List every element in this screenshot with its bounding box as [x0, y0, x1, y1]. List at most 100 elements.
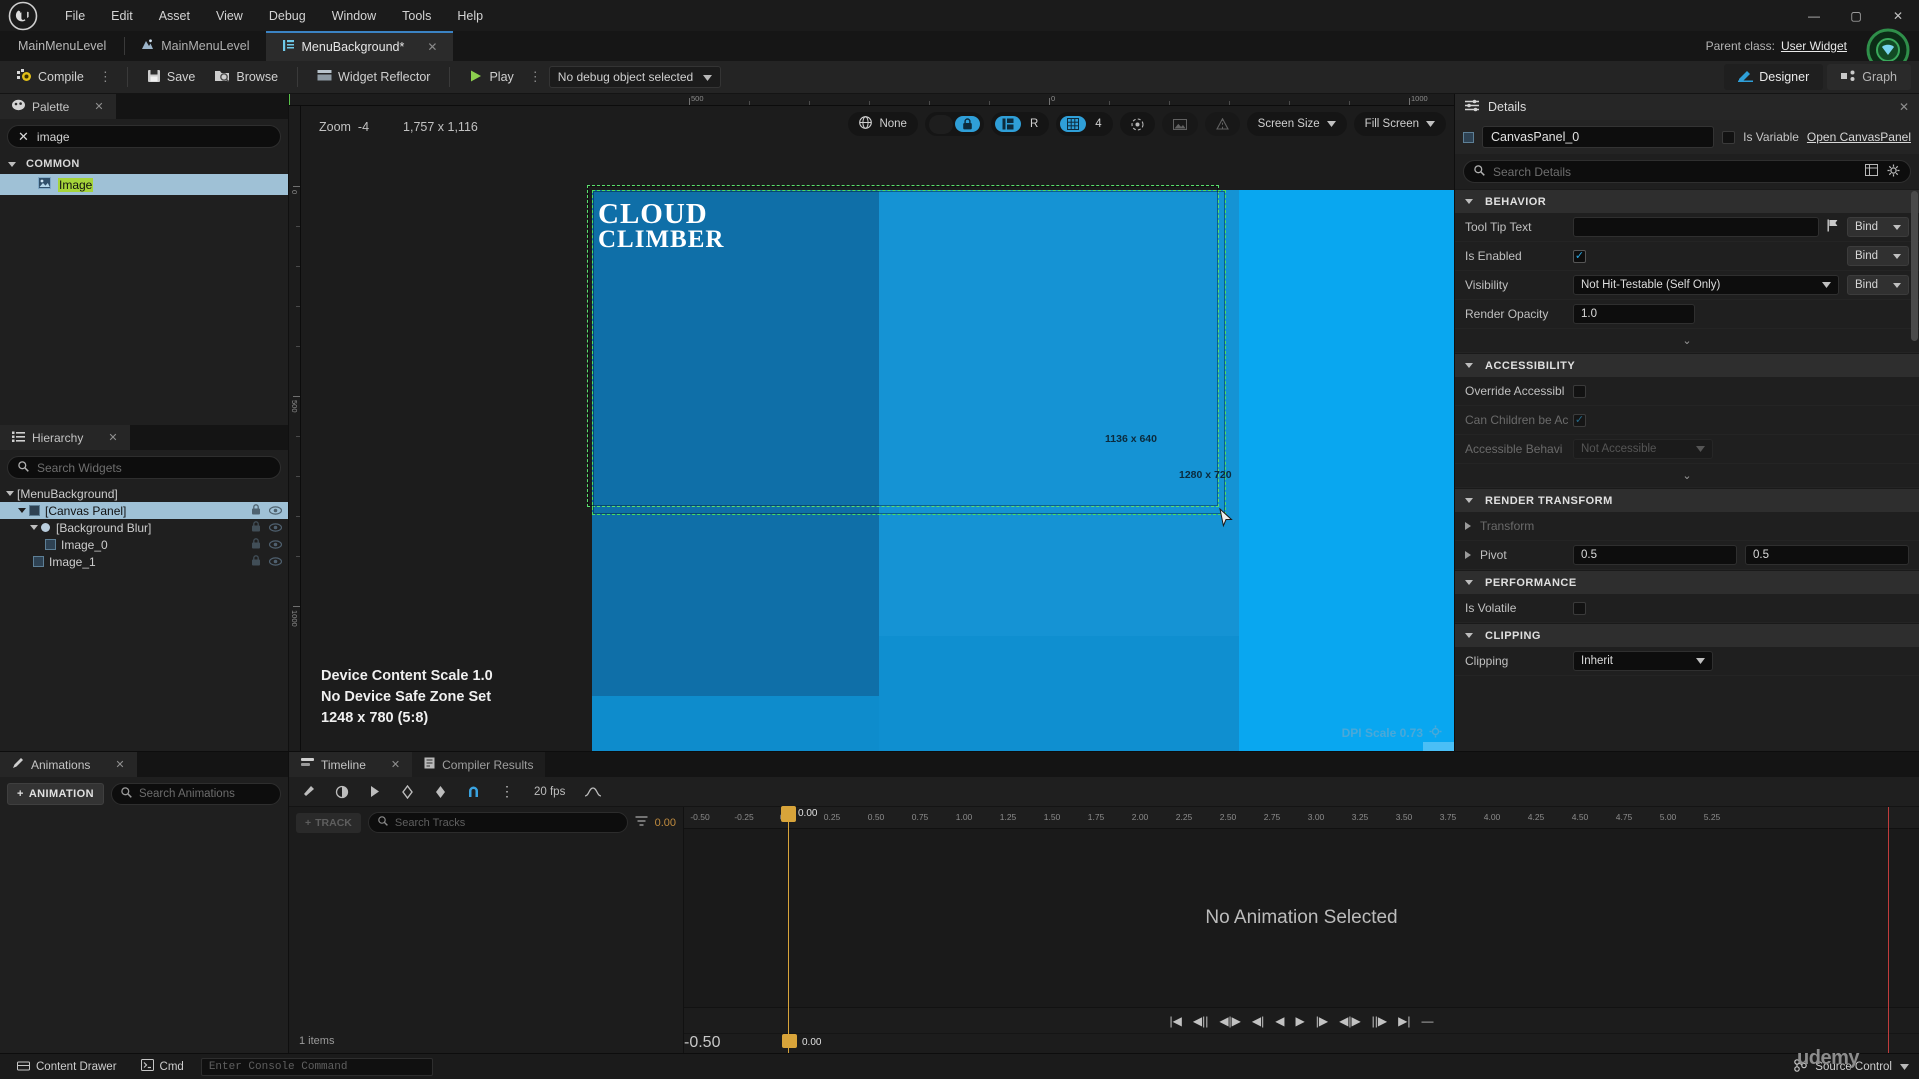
timeline-playhead[interactable]: 0.00: [781, 806, 817, 1053]
unreal-logo-icon[interactable]: [0, 0, 46, 31]
keyframe-icon[interactable]: [401, 784, 414, 799]
visibility-bind-button[interactable]: Bind: [1847, 275, 1909, 295]
tab-hierarchy[interactable]: Hierarchy ✕: [0, 425, 130, 450]
menu-asset[interactable]: Asset: [146, 4, 203, 28]
chevron-down-icon[interactable]: [6, 491, 14, 496]
timeline-ruler-bottom[interactable]: -0.50 -0.25 0.25 0.50 0.75 1.00 1.25 1.5…: [684, 1033, 1919, 1053]
cmd-button[interactable]: Cmd: [134, 1056, 191, 1077]
tab-menubackground[interactable]: MenuBackground* ✕: [265, 31, 454, 61]
lock-icon[interactable]: [251, 554, 261, 569]
unlock-icon[interactable]: [928, 114, 953, 134]
parent-class-link[interactable]: User Widget: [1781, 39, 1847, 53]
jump-end-icon[interactable]: ▶|: [1398, 1014, 1410, 1028]
is-volatile-checkbox[interactable]: [1573, 601, 1586, 615]
menu-file[interactable]: File: [52, 4, 98, 28]
behavior-expand-more[interactable]: ⌄: [1455, 329, 1919, 353]
section-performance[interactable]: PERFORMANCE: [1455, 570, 1919, 594]
content-drawer-button[interactable]: Content Drawer: [10, 1056, 124, 1077]
eye-icon[interactable]: [268, 538, 283, 552]
widget-reflector-button[interactable]: Widget Reflector: [308, 65, 439, 89]
hierarchy-item-image-1[interactable]: Image_1: [0, 553, 288, 570]
pivot-y-input[interactable]: 0.5: [1745, 545, 1909, 565]
tab-designer[interactable]: Designer: [1724, 64, 1824, 90]
pivot-x-input[interactable]: 0.5: [1573, 545, 1737, 565]
is-enabled-bind-button[interactable]: Bind: [1847, 246, 1909, 266]
snap-toggle[interactable]: [1119, 112, 1155, 136]
hierarchy-search-input[interactable]: Search Widgets: [7, 456, 281, 479]
menu-tools[interactable]: Tools: [389, 4, 444, 28]
image-preview-toggle[interactable]: [1161, 112, 1198, 136]
chevron-right-icon[interactable]: [1465, 522, 1471, 530]
close-icon[interactable]: ✕: [108, 431, 117, 444]
details-scrollbar[interactable]: [1911, 191, 1918, 341]
section-behavior[interactable]: BEHAVIOR: [1455, 189, 1919, 213]
save-button[interactable]: Save: [138, 65, 205, 90]
tooltip-bind-button[interactable]: Bind: [1847, 217, 1909, 237]
dpi-scale-overlay[interactable]: DPI Scale 0.73: [1342, 725, 1442, 741]
settings-gear-icon[interactable]: [1887, 164, 1900, 180]
curve-editor-icon[interactable]: [585, 786, 602, 798]
widget-preview-corner[interactable]: [592, 696, 879, 751]
lock-icon[interactable]: [251, 537, 261, 552]
chevron-down-icon[interactable]: [1900, 1061, 1909, 1073]
hierarchy-item-menubackground[interactable]: [MenuBackground]: [0, 485, 288, 502]
section-render-transform[interactable]: RENDER TRANSFORM: [1455, 488, 1919, 512]
compile-options-icon[interactable]: ⋮: [95, 69, 117, 85]
preview-none-button[interactable]: None: [848, 112, 918, 136]
tab-mainmenulevel[interactable]: MainMenuLevel: [125, 31, 265, 61]
timeline-end-marker[interactable]: [1888, 807, 1889, 1053]
select-tool-icon[interactable]: [301, 785, 315, 799]
close-icon[interactable]: ✕: [115, 758, 124, 771]
timeline-options-icon[interactable]: ⋮: [500, 783, 514, 800]
rotate-label[interactable]: R: [1023, 116, 1045, 132]
lock-icon[interactable]: [251, 520, 261, 535]
eye-icon[interactable]: [268, 555, 283, 569]
section-accessibility[interactable]: ACCESSIBILITY: [1455, 353, 1919, 377]
animations-search-input[interactable]: Search Animations: [110, 783, 281, 805]
timeline-ruler-top[interactable]: -0.50 -0.25 0.00 0.25 0.50 0.75 1.00 1.2…: [684, 807, 1919, 829]
lock-icon[interactable]: [251, 503, 261, 518]
close-icon[interactable]: ✕: [391, 758, 400, 771]
jump-start-icon[interactable]: |◀: [1170, 1014, 1182, 1028]
chevron-right-icon[interactable]: [1465, 551, 1471, 559]
tooltip-text-input[interactable]: [1573, 217, 1819, 237]
tab-palette[interactable]: Palette ✕: [0, 94, 116, 119]
eye-icon[interactable]: [268, 521, 283, 535]
palette-category-common[interactable]: COMMON: [0, 154, 288, 174]
close-icon[interactable]: ✕: [94, 100, 103, 113]
widget-preview-lower-left[interactable]: [879, 636, 1239, 751]
prop-transform[interactable]: Transform: [1455, 512, 1919, 541]
debug-object-dropdown[interactable]: No debug object selected: [548, 66, 722, 88]
compile-button[interactable]: Compile: [8, 64, 93, 90]
minimize-button[interactable]: —: [1793, 0, 1835, 31]
current-time-readout[interactable]: 0.00: [655, 817, 676, 829]
widget-preview-image-1[interactable]: [1239, 190, 1454, 751]
add-animation-button[interactable]: + ANIMATION: [7, 783, 104, 805]
layout-icon[interactable]: [994, 116, 1021, 132]
close-icon[interactable]: ✕: [1899, 100, 1909, 114]
browse-button[interactable]: Browse: [206, 65, 287, 90]
close-icon[interactable]: ✕: [427, 40, 437, 54]
lock-icon[interactable]: [954, 116, 980, 132]
next-key-icon[interactable]: ◀|▶: [1339, 1014, 1361, 1028]
mirror-toggle[interactable]: [1204, 112, 1240, 136]
section-clipping[interactable]: CLIPPING: [1455, 623, 1919, 647]
render-opacity-input[interactable]: 1.0: [1573, 304, 1695, 324]
palette-item-image[interactable]: Image: [0, 174, 288, 195]
grid-icon[interactable]: [1060, 116, 1087, 132]
override-accessible-checkbox[interactable]: [1573, 384, 1586, 398]
screen-size-dropdown[interactable]: Screen Size: [1246, 112, 1347, 136]
is-enabled-checkbox[interactable]: [1573, 249, 1586, 263]
flag-icon[interactable]: [1827, 219, 1839, 235]
timeline-graph-area[interactable]: -0.50 -0.25 0.00 0.25 0.50 0.75 1.00 1.2…: [684, 806, 1919, 1053]
magnet-snap-icon[interactable]: [467, 785, 480, 799]
accessibility-expand-more[interactable]: ⌄: [1455, 464, 1919, 488]
console-command-input[interactable]: Enter Console Command: [200, 1057, 433, 1076]
menu-debug[interactable]: Debug: [256, 4, 319, 28]
step-back-icon[interactable]: ◀||: [1193, 1014, 1208, 1028]
tab-compiler-results[interactable]: Compiler Results: [412, 752, 546, 777]
play-reverse-icon[interactable]: ◀: [1275, 1014, 1284, 1028]
prev-key-icon[interactable]: ◀|▶: [1219, 1014, 1241, 1028]
blend-tool-icon[interactable]: [335, 785, 349, 799]
add-track-button[interactable]: + TRACK: [296, 812, 361, 833]
